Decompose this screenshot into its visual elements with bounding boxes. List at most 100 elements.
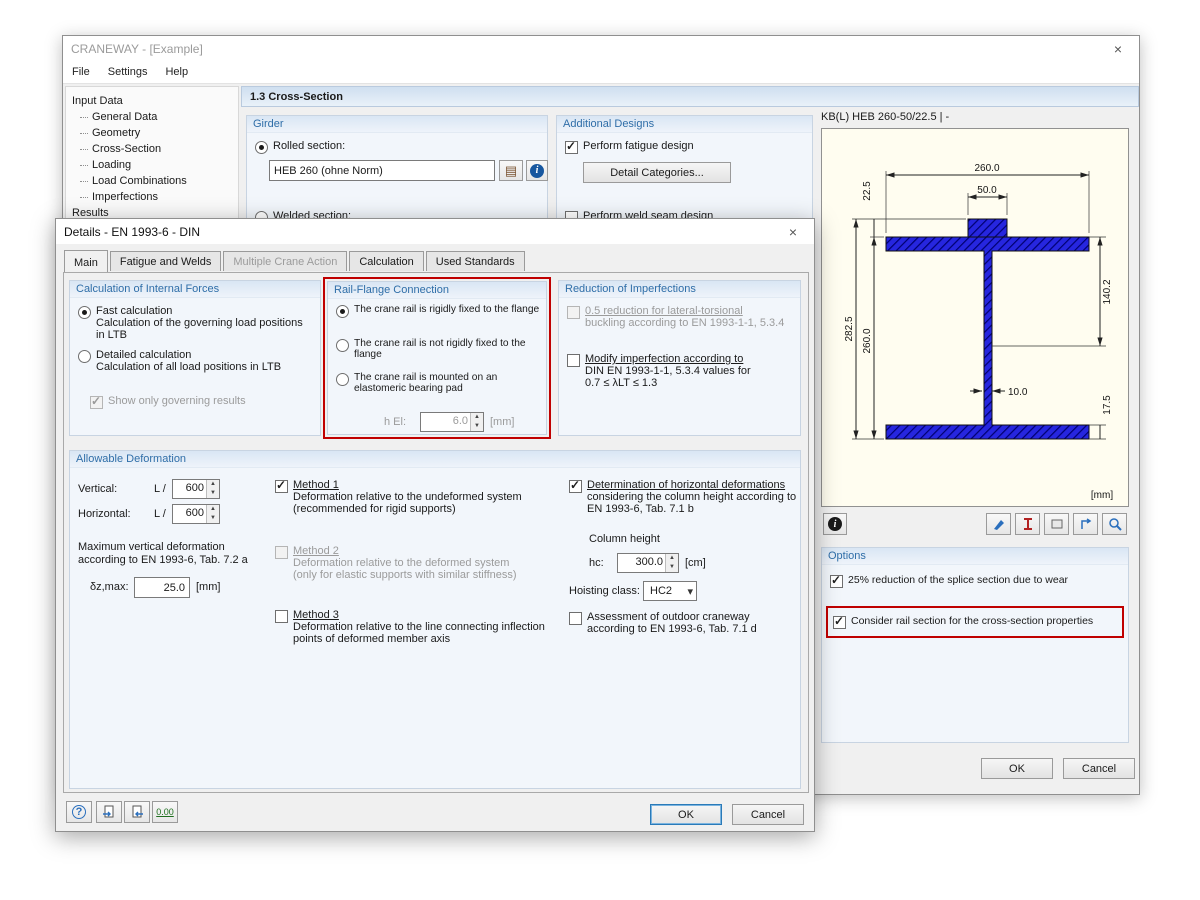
rail-elastomeric-radio[interactable]: The crane rail is mounted on an elastome… [336,372,526,394]
detailed-calculation-radio[interactable]: Detailed calculation Calculation of all … [78,349,281,373]
dim-rail-height: 22.5 [862,181,873,201]
fast-calculation-radio[interactable]: Fast calculation Calculation of the gove… [78,305,303,341]
tool-dimension-button[interactable] [1073,513,1098,535]
detail-categories-button[interactable]: Detail Categories... [583,162,731,183]
tree-load-combinations[interactable]: Load Combinations [66,173,238,189]
rail-rigid-radio[interactable]: The crane rail is rigidly fixed to the f… [336,304,541,318]
tool-section-button[interactable] [1015,513,1040,535]
hel-spinner[interactable]: 6.0 [420,412,484,432]
checkbox-icon [833,614,846,629]
tab-used-standards[interactable]: Used Standards [425,251,525,271]
dim-flange-thickness: 17.5 [1102,395,1113,415]
hoisting-class-value: HC2 [650,585,673,597]
spinner-arrows-icon[interactable] [470,413,483,431]
frame-icon [1051,519,1062,529]
rail-section-highlight: Consider rail section for the cross-sect… [826,606,1124,638]
import-settings-button[interactable] [96,801,122,823]
options-group: Options 25% reduction of the splice sect… [821,547,1129,743]
tree-input-data[interactable]: Input Data [66,93,238,109]
tool-pointer-button[interactable] [986,513,1011,535]
section-name-input[interactable]: HEB 260 (ohne Norm) [269,160,495,181]
method1-checkbox[interactable]: Method 1 Deformation relative to the und… [275,478,522,515]
show-governing-checkbox: Show only governing results [90,394,246,409]
tab-fatigue-and-welds[interactable]: Fatigue and Welds [109,251,222,271]
method1-label[interactable]: Method 1 [293,479,339,491]
menu-settings[interactable]: Settings [99,66,157,78]
outdoor-craneway-checkbox[interactable]: Assessment of outdoor craneway according… [569,611,757,635]
delta-z-max-input[interactable]: 25.0 [134,577,190,598]
corner-arrow-icon [1080,518,1091,529]
dialog-titlebar: Details - EN 1993-6 - DIN × [56,219,814,244]
tab-calculation[interactable]: Calculation [349,251,424,271]
rolled-section-label[interactable]: Rolled section: [273,140,345,152]
reduction-05-label: buckling according to EN 1993-1-1, 5.3.4 [585,317,785,329]
rail-not-rigid-radio[interactable]: The crane rail is not rigidly fixed to t… [336,338,526,360]
l-over-label: L / [154,508,166,520]
tree-cross-section[interactable]: Cross-Section [66,141,238,157]
horizontal-limit-spinner[interactable]: 600 [172,504,220,524]
main-cancel-button[interactable]: Cancel [1063,758,1135,779]
main-ok-button[interactable]: OK [981,758,1053,779]
menubar: File Settings Help [63,61,1139,84]
vertical-limit-spinner[interactable]: 600 [172,479,220,499]
radio-icon [255,141,268,154]
column-height-label: Column height [589,533,660,545]
hoisting-class-select[interactable]: HC2 [643,581,697,601]
rail-not-rigid-label[interactable]: The crane rail is not rigidly fixed to t… [354,338,526,360]
tree-general-data[interactable]: General Data [66,109,238,125]
deformation-group: Allowable Deformation Vertical: L / 600 … [69,450,801,789]
section-info-button[interactable]: i [526,160,548,181]
tree-item-label: Load Combinations [92,175,187,187]
checkbox-icon [275,478,288,493]
tree-imperfections[interactable]: Imperfections [66,189,238,205]
close-icon[interactable]: × [1105,39,1131,59]
hc-value: 300.0 [635,556,663,568]
rail-rigid-label[interactable]: The crane rail is rigidly fixed to the f… [354,304,539,315]
section-library-button[interactable]: ▤ [499,160,523,181]
rail-section-label[interactable]: Consider rail section for the cross-sect… [851,615,1093,627]
options-group-title: Options [822,548,1128,565]
tab-main[interactable]: Main [64,250,108,272]
fatigue-design-label[interactable]: Perform fatigue design [583,140,694,152]
rail-section-checkbox[interactable]: Consider rail section for the cross-sect… [833,614,1093,629]
tool-frame-button[interactable] [1044,513,1069,535]
tree-item-label: Imperfections [92,191,159,203]
spinner-arrows-icon[interactable] [206,505,219,523]
checkbox-icon [569,478,582,493]
rolled-section-radio[interactable]: Rolled section: [255,140,345,154]
dialog-help-button[interactable]: ? [66,801,92,823]
horizontal-determination-label[interactable]: Determination of horizontal deformations [587,479,796,491]
fast-calculation-label[interactable]: Fast calculation [96,305,172,317]
method3-checkbox[interactable]: Method 3 Deformation relative to the lin… [275,609,545,645]
number-format-button[interactable]: 0.00 [152,801,178,823]
method3-label[interactable]: Method 3 [293,609,339,621]
graphic-info-button[interactable]: i [823,513,847,535]
hel-label: h El: [384,416,407,428]
detailed-calculation-label[interactable]: Detailed calculation [96,349,191,361]
column-height-spinner[interactable]: 300.0 [617,553,679,573]
dialog-cancel-button[interactable]: Cancel [732,804,804,825]
outdoor-craneway-label[interactable]: Assessment of outdoor craneway [587,611,757,623]
spinner-arrows-icon[interactable] [665,554,678,572]
menu-file[interactable]: File [63,66,99,78]
menu-help[interactable]: Help [156,66,197,78]
spinner-arrows-icon[interactable] [206,480,219,498]
close-icon[interactable]: × [780,222,806,242]
modify-imperfection-checkbox[interactable]: Modify imperfection according to DIN EN … [567,353,751,389]
l-over-label: L / [154,483,166,495]
tool-zoom-button[interactable] [1102,513,1127,535]
fatigue-design-checkbox[interactable]: Perform fatigue design [565,139,694,154]
dialog-ok-button[interactable]: OK [650,804,722,825]
modify-imperfection-label: DIN EN 1993-1-1, 5.3.4 values for [585,365,751,377]
wear-reduction-checkbox[interactable]: 25% reduction of the splice section due … [830,573,1068,588]
page-title: 1.3 Cross-Section [241,86,1139,107]
tab-multiple-crane-action: Multiple Crane Action [223,251,348,271]
tree-geometry[interactable]: Geometry [66,125,238,141]
tree-loading[interactable]: Loading [66,157,238,173]
wear-reduction-label[interactable]: 25% reduction of the splice section due … [848,574,1068,586]
modify-imperfection-label[interactable]: Modify imperfection according to [585,353,751,365]
export-settings-button[interactable] [124,801,150,823]
horizontal-determination-checkbox[interactable]: Determination of horizontal deformations… [569,478,796,515]
rail-elastomeric-label[interactable]: The crane rail is mounted on an elastome… [354,372,526,394]
vertical-label: Vertical: [78,483,118,495]
